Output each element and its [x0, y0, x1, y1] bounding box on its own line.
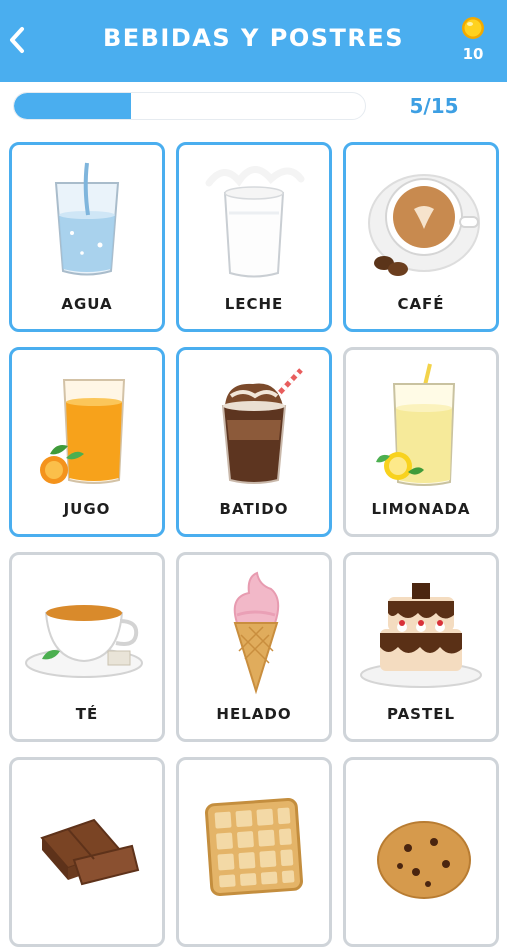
ice-cream-cone-icon: [233, 571, 280, 695]
card-leche[interactable]: LECHE: [176, 142, 332, 332]
progress-bar: [13, 92, 366, 120]
coin-count: 10: [462, 45, 484, 63]
water-glass-icon: [54, 162, 120, 276]
lemonade-icon: [376, 363, 456, 486]
page-title: BEBIDAS Y POSTRES: [102, 24, 405, 52]
card-agua[interactable]: AGUA: [9, 142, 165, 332]
card-chocolate[interactable]: [9, 757, 165, 947]
milk-glass-icon: [205, 166, 305, 278]
card-cafe[interactable]: CAFÉ: [343, 142, 499, 332]
chocolate-icon: [40, 818, 140, 886]
card-label: TÉ: [75, 705, 99, 723]
card-label: PASTEL: [386, 705, 456, 723]
card-limonada[interactable]: LIMONADA: [343, 347, 499, 537]
card-batido[interactable]: BATIDO: [176, 347, 332, 537]
card-label: JUGO: [63, 500, 111, 518]
coin-icon: [462, 17, 484, 39]
header-bar: BEBIDAS Y POSTRES 10: [0, 0, 507, 82]
card-te[interactable]: TÉ: [9, 552, 165, 742]
card-pastel[interactable]: PASTEL: [343, 552, 499, 742]
orange-juice-icon: [40, 379, 126, 484]
card-label: LIMONADA: [371, 500, 471, 518]
progress-fill: [14, 93, 131, 119]
cookie-icon: [377, 821, 471, 899]
coffee-cup-icon: [368, 174, 480, 276]
card-label: CAFÉ: [397, 295, 445, 313]
coin-counter: 10: [455, 16, 491, 66]
card-label: BATIDO: [219, 500, 289, 518]
tea-cup-icon: [25, 605, 143, 678]
cake-icon: [360, 583, 482, 688]
card-label: AGUA: [61, 295, 113, 313]
card-cookie[interactable]: [343, 757, 499, 947]
card-jugo[interactable]: JUGO: [9, 347, 165, 537]
item-grid: AGUA LECHE CAFÉ JUGO BATIDO LIMONADA TÉ …: [9, 142, 500, 947]
card-label: LECHE: [224, 295, 284, 313]
card-waffle[interactable]: [176, 757, 332, 947]
waffle-icon: [205, 798, 303, 896]
card-label: HELADO: [216, 705, 292, 723]
card-helado[interactable]: HELADO: [176, 552, 332, 742]
progress-counter: 5/15: [409, 94, 459, 118]
milkshake-icon: [221, 368, 303, 484]
